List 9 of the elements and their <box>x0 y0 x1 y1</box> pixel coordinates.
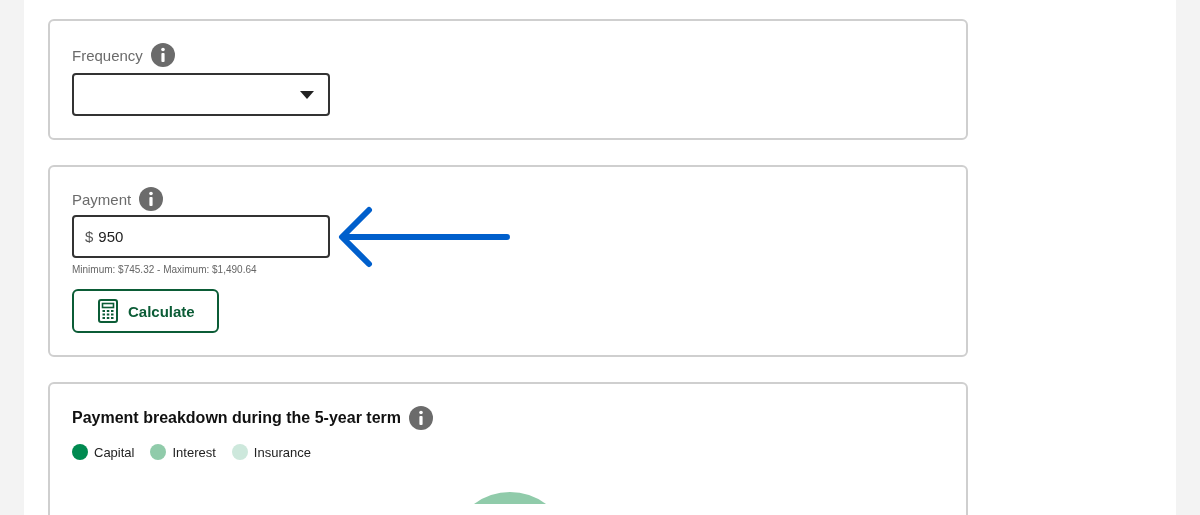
legend-label: Insurance <box>253 444 311 460</box>
payment-field[interactable]: $ 950 <box>72 215 330 258</box>
field-label: Payment <box>72 190 132 208</box>
legend-label: Interest <box>172 444 216 460</box>
calculate-button[interactable]: Calculate <box>72 289 219 333</box>
range-hint: Minimum: $745.32 - Maximum: $1,490.64 <box>72 264 258 275</box>
field-label: Frequency <box>72 46 143 64</box>
section-title: Payment breakdown during the 5-year term <box>72 409 401 427</box>
legend-label: Capital <box>94 444 135 460</box>
